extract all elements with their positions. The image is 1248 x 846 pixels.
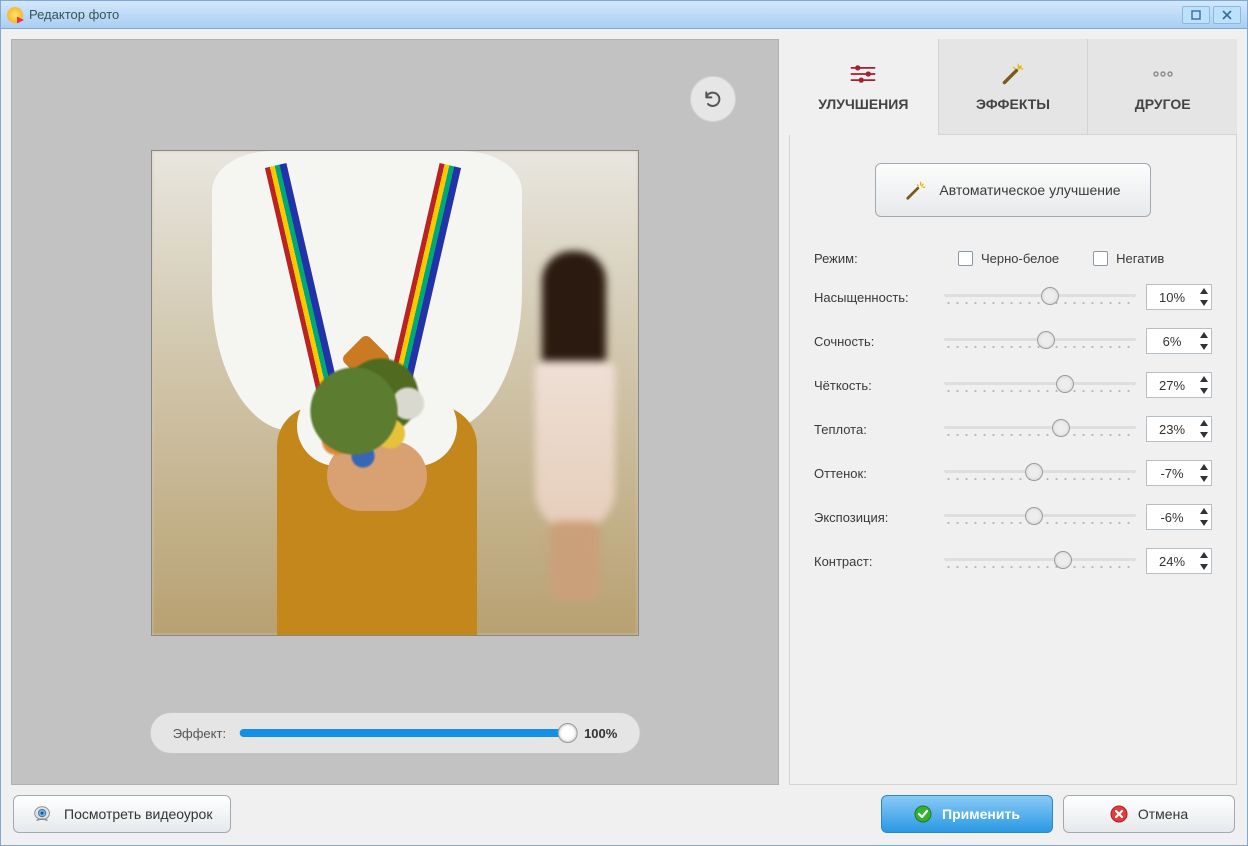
exposure-row: Экспозиция: -6%	[814, 504, 1212, 530]
tint-row: Оттенок: -7%	[814, 460, 1212, 486]
saturation-slider[interactable]	[944, 289, 1136, 305]
sharpness-label: Чёткость:	[814, 378, 934, 393]
cross-circle-icon	[1110, 805, 1128, 823]
mode-row: Режим: Черно-белое Негатив	[814, 251, 1212, 266]
tab-other-label: ДРУГОЕ	[1135, 96, 1191, 112]
saturation-row: Насыщенность: 10%	[814, 284, 1212, 310]
effect-value: 100%	[584, 726, 617, 741]
negative-label: Негатив	[1116, 251, 1164, 266]
cancel-button[interactable]: Отмена	[1063, 795, 1235, 833]
tint-slider[interactable]	[944, 465, 1136, 481]
spin-down[interactable]	[1197, 517, 1211, 529]
apply-label: Применить	[942, 806, 1020, 822]
tutorial-button[interactable]: Посмотреть видеоурок	[13, 795, 231, 833]
contrast-label: Контраст:	[814, 554, 934, 569]
spin-up[interactable]	[1197, 505, 1211, 517]
spin-up[interactable]	[1197, 549, 1211, 561]
photo-preview	[151, 150, 639, 636]
spin-down[interactable]	[1197, 341, 1211, 353]
tabs: УЛУЧШЕНИЯ ЭФФЕКТЫ ДРУГОЕ	[789, 39, 1237, 135]
tutorial-label: Посмотреть видеоурок	[64, 806, 212, 822]
vibrance-slider[interactable]	[944, 333, 1136, 349]
client-area: Эффект: 100% УЛУЧШЕНИЯ ЭФФЕКТЫ	[1, 29, 1247, 845]
effect-label: Эффект:	[173, 726, 226, 741]
warmth-label: Теплота:	[814, 422, 934, 437]
bw-checkbox[interactable]: Черно-белое	[958, 251, 1059, 266]
side-panel: УЛУЧШЕНИЯ ЭФФЕКТЫ ДРУГОЕ Автоматическое	[789, 39, 1237, 785]
vibrance-spinner[interactable]: 6%	[1146, 328, 1212, 354]
warmth-row: Теплота: 23%	[814, 416, 1212, 442]
auto-enhance-label: Автоматическое улучшение	[939, 182, 1120, 198]
exposure-knob[interactable]	[1025, 507, 1043, 525]
warmth-slider[interactable]	[944, 421, 1136, 437]
spin-up[interactable]	[1197, 417, 1211, 429]
spin-down[interactable]	[1197, 385, 1211, 397]
exposure-label: Экспозиция:	[814, 510, 934, 525]
contrast-spinner[interactable]: 24%	[1146, 548, 1212, 574]
window-title: Редактор фото	[29, 7, 1182, 22]
sliders-icon	[849, 62, 877, 86]
contrast-knob[interactable]	[1054, 551, 1072, 569]
saturation-knob[interactable]	[1041, 287, 1059, 305]
spin-up[interactable]	[1197, 461, 1211, 473]
contrast-slider[interactable]	[944, 553, 1136, 569]
bw-label: Черно-белое	[981, 251, 1059, 266]
tint-spinner[interactable]: -7%	[1146, 460, 1212, 486]
negative-checkbox[interactable]: Негатив	[1093, 251, 1164, 266]
close-button[interactable]	[1213, 6, 1241, 24]
undo-button[interactable]	[690, 76, 736, 122]
effect-slider-knob[interactable]	[558, 723, 578, 743]
spin-down[interactable]	[1197, 561, 1211, 573]
apply-button[interactable]: Применить	[881, 795, 1053, 833]
spin-up[interactable]	[1197, 329, 1211, 341]
vibrance-row: Сочность: 6%	[814, 328, 1212, 354]
tab-effects-label: ЭФФЕКТЫ	[976, 96, 1050, 112]
magic-wand-icon	[905, 179, 927, 201]
auto-enhance-button[interactable]: Автоматическое улучшение	[875, 163, 1151, 217]
vibrance-knob[interactable]	[1037, 331, 1055, 349]
saturation-label: Насыщенность:	[814, 290, 934, 305]
more-icon	[1149, 62, 1177, 86]
saturation-spinner[interactable]: 10%	[1146, 284, 1212, 310]
sharpness-spinner[interactable]: 27%	[1146, 372, 1212, 398]
effect-strength-bar: Эффект: 100%	[150, 712, 641, 754]
tab-enhance[interactable]: УЛУЧШЕНИЯ	[789, 39, 938, 135]
exposure-slider[interactable]	[944, 509, 1136, 525]
tint-label: Оттенок:	[814, 466, 934, 481]
effect-slider[interactable]	[240, 729, 570, 737]
sharpness-slider[interactable]	[944, 377, 1136, 393]
footer: Посмотреть видеоурок Применить Отмена	[11, 793, 1237, 835]
exposure-spinner[interactable]: -6%	[1146, 504, 1212, 530]
tab-other[interactable]: ДРУГОЕ	[1087, 39, 1237, 135]
app-icon	[7, 7, 23, 23]
spin-down[interactable]	[1197, 297, 1211, 309]
warmth-knob[interactable]	[1052, 419, 1070, 437]
maximize-button[interactable]	[1182, 6, 1210, 24]
spin-down[interactable]	[1197, 429, 1211, 441]
sharpness-knob[interactable]	[1056, 375, 1074, 393]
photo-editor-window: Редактор фото	[0, 0, 1248, 846]
vibrance-label: Сочность:	[814, 334, 934, 349]
spin-down[interactable]	[1197, 473, 1211, 485]
tint-knob[interactable]	[1025, 463, 1043, 481]
cancel-label: Отмена	[1138, 806, 1188, 822]
enhance-panel: Автоматическое улучшение Режим: Черно-бе…	[789, 135, 1237, 785]
mode-label: Режим:	[814, 251, 924, 266]
check-circle-icon	[914, 805, 932, 823]
tab-enhance-label: УЛУЧШЕНИЯ	[818, 96, 908, 112]
spin-up[interactable]	[1197, 285, 1211, 297]
contrast-row: Контраст: 24%	[814, 548, 1212, 574]
sharpness-row: Чёткость: 27%	[814, 372, 1212, 398]
magic-wand-icon	[999, 62, 1027, 86]
canvas-panel: Эффект: 100%	[11, 39, 779, 785]
tab-effects[interactable]: ЭФФЕКТЫ	[938, 39, 1088, 135]
title-bar: Редактор фото	[1, 1, 1247, 29]
spin-up[interactable]	[1197, 373, 1211, 385]
webcam-icon	[32, 805, 54, 823]
warmth-spinner[interactable]: 23%	[1146, 416, 1212, 442]
